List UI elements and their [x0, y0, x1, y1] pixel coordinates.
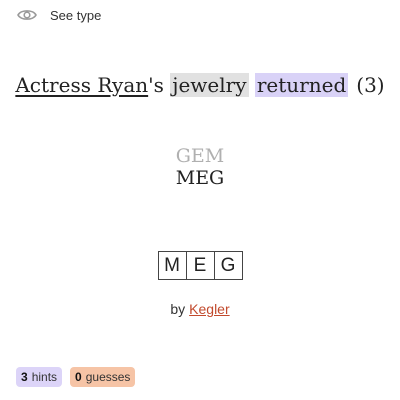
guesses-count: 0: [75, 370, 82, 384]
author-link[interactable]: Kegler: [189, 301, 229, 317]
clue-text: Actress Ryan's jewelry returned (3): [0, 73, 400, 97]
see-type-toggle[interactable]: See type: [16, 5, 101, 25]
stats-badges: 3 hints 0 guesses: [16, 367, 136, 387]
answer-cell[interactable]: G: [215, 252, 242, 279]
clue-connector: 's: [148, 73, 171, 97]
clue-fodder[interactable]: jewelry: [170, 73, 249, 97]
answer-cell[interactable]: E: [187, 252, 215, 279]
answer-cell[interactable]: M: [159, 252, 187, 279]
guesses-badge[interactable]: 0 guesses: [70, 367, 136, 387]
hints-badge[interactable]: 3 hints: [16, 367, 63, 387]
byline-prefix: by: [170, 301, 186, 317]
answer-grid: M E G: [0, 251, 400, 280]
guesses-label: guesses: [85, 370, 131, 384]
eye-icon[interactable]: [16, 5, 38, 25]
clue-enumeration: (3): [356, 73, 385, 97]
clue-definition[interactable]: Actress Ryan: [15, 73, 148, 97]
byline: by Kegler: [0, 301, 400, 317]
clue-indicator[interactable]: returned: [254, 73, 349, 97]
hints-count: 3: [21, 370, 28, 384]
wordplay-result: MEG: [175, 167, 225, 189]
see-type-label: See type: [50, 7, 102, 23]
hints-label: hints: [31, 370, 58, 384]
wordplay-fodder: GEM: [175, 145, 225, 167]
